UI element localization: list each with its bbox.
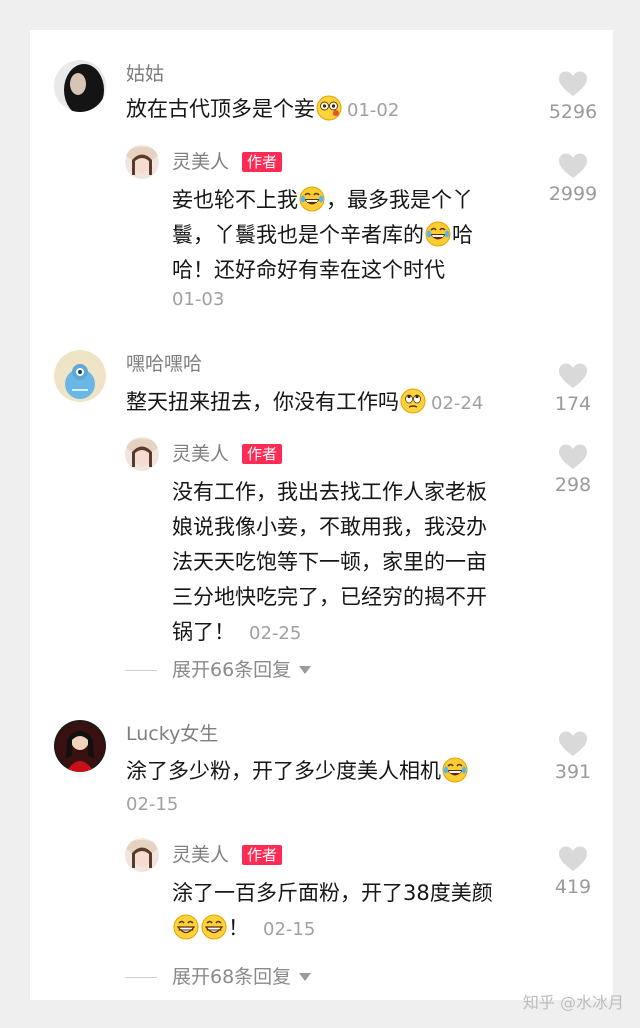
reply-username[interactable]: 灵美人 bbox=[172, 843, 229, 867]
heart-icon bbox=[559, 153, 587, 178]
watermark: 知乎 @水冰月 bbox=[522, 993, 624, 1012]
divider bbox=[125, 670, 157, 671]
reply-text: 没有工作，我出去找工作人家老板 娘说我像小妾，不敢用我，我没办 法天天吃饱等下一… bbox=[172, 475, 487, 651]
reply-text-line: 哈 bbox=[452, 223, 473, 247]
like-button[interactable]: 174 bbox=[543, 362, 603, 416]
comment-username[interactable]: 嘿哈嘿哈 bbox=[126, 352, 202, 376]
like-count: 5296 bbox=[548, 101, 598, 123]
like-count: 2999 bbox=[548, 183, 598, 205]
reply-date: 02-15 bbox=[263, 919, 316, 940]
like-button[interactable]: 2999 bbox=[543, 152, 603, 206]
like-count: 174 bbox=[554, 393, 592, 415]
comment-text: 涂了多少粉，开了多少度美人相机 bbox=[126, 754, 469, 789]
avatar[interactable] bbox=[125, 437, 159, 471]
reply-username[interactable]: 灵美人 bbox=[172, 150, 229, 174]
rolling-eyes-emoji bbox=[400, 388, 426, 414]
comment-date: 02-15 bbox=[126, 794, 179, 815]
reply-text: 涂了一百多斤面粉，开了38度美颜 ！ 02-15 bbox=[172, 876, 493, 947]
reply-text: 妾也轮不上我 ，最多我是个丫 鬟，丫鬟我也是个辛者库的 哈 哈！还好命好有幸在这个时… bbox=[172, 183, 473, 288]
like-button[interactable]: 5296 bbox=[543, 70, 603, 124]
face-with-monocle-emoji bbox=[316, 95, 342, 121]
comment-list: 姑姑 放在古代顶多是个妾 01-02 5296 灵美人 作者 妾也轮不上我 ，最多我… bbox=[30, 30, 613, 1000]
like-button[interactable]: 391 bbox=[543, 730, 603, 784]
expand-replies-button[interactable]: 展开66条回复 bbox=[172, 658, 312, 682]
heart-icon bbox=[559, 444, 587, 469]
reply-date: 02-25 bbox=[249, 623, 302, 644]
expand-replies-button[interactable]: 展开68条回复 bbox=[172, 965, 312, 989]
like-count: 298 bbox=[554, 474, 592, 496]
comment-text: 整天扭来扭去，你没有工作吗 02-24 bbox=[126, 385, 483, 421]
avatar[interactable] bbox=[54, 60, 106, 112]
reply-username[interactable]: 灵美人 bbox=[172, 442, 229, 466]
comment-username[interactable]: 姑姑 bbox=[126, 62, 164, 86]
comment-text: 放在古代顶多是个妾 01-02 bbox=[126, 92, 399, 128]
grinning-emoji bbox=[173, 914, 199, 940]
comment-text-content: 涂了多少粉，开了多少度美人相机 bbox=[126, 759, 441, 783]
author-badge: 作者 bbox=[242, 444, 283, 464]
expand-replies-label: 展开66条回复 bbox=[172, 659, 292, 681]
reply-text-line: 娘说我像小妾，不敢用我，我没办 bbox=[172, 515, 487, 539]
reply-date: 01-03 bbox=[172, 289, 225, 310]
avatar[interactable] bbox=[54, 350, 106, 402]
reply-text-line: 妾也轮不上我 bbox=[172, 188, 298, 212]
reply-text-line: 没有工作，我出去找工作人家老板 bbox=[172, 480, 487, 504]
heart-icon bbox=[559, 363, 587, 388]
reply-text-line: 三分地快吃完了，已经穷的揭不开 bbox=[172, 585, 487, 609]
reply-text-line: 法天天吃饱等下一顿，家里的一亩 bbox=[172, 550, 487, 574]
avatar[interactable] bbox=[125, 145, 159, 179]
reply-text-line: ！ bbox=[228, 916, 249, 940]
comment-text-content: 放在古代顶多是个妾 bbox=[126, 97, 315, 121]
like-button[interactable]: 298 bbox=[543, 443, 603, 497]
reply-text-line: 哈！还好命好有幸在这个时代 bbox=[172, 258, 445, 282]
grinning-emoji bbox=[201, 914, 227, 940]
avatar[interactable] bbox=[125, 838, 159, 872]
heart-icon bbox=[559, 731, 587, 756]
like-count: 391 bbox=[554, 761, 592, 783]
author-badge: 作者 bbox=[242, 152, 283, 172]
comment-date: 02-24 bbox=[431, 393, 484, 414]
reply-text-line: 锅了！ bbox=[172, 620, 235, 644]
like-button[interactable]: 419 bbox=[543, 845, 603, 899]
comment-date: 01-02 bbox=[347, 100, 400, 121]
comment-username[interactable]: Lucky女生 bbox=[126, 722, 218, 746]
like-count: 419 bbox=[554, 876, 592, 898]
avatar[interactable] bbox=[54, 720, 106, 772]
comment-text-content: 整天扭来扭去，你没有工作吗 bbox=[126, 390, 399, 414]
caret-down-icon bbox=[299, 973, 312, 981]
author-badge: 作者 bbox=[242, 845, 283, 865]
heart-icon bbox=[559, 71, 587, 96]
rolling-laughing-emoji bbox=[442, 757, 468, 783]
divider bbox=[125, 977, 157, 978]
expand-replies-label: 展开68条回复 bbox=[172, 966, 292, 988]
rolling-laughing-emoji bbox=[299, 186, 325, 212]
reply-text-line: 涂了一百多斤面粉，开了38度美颜 bbox=[172, 881, 493, 905]
caret-down-icon bbox=[299, 666, 312, 674]
heart-icon bbox=[559, 846, 587, 871]
reply-text-line: 鬟，丫鬟我也是个辛者库的 bbox=[172, 223, 424, 247]
reply-text-line: ，最多我是个丫 bbox=[326, 188, 473, 212]
rolling-laughing-emoji bbox=[425, 221, 451, 247]
